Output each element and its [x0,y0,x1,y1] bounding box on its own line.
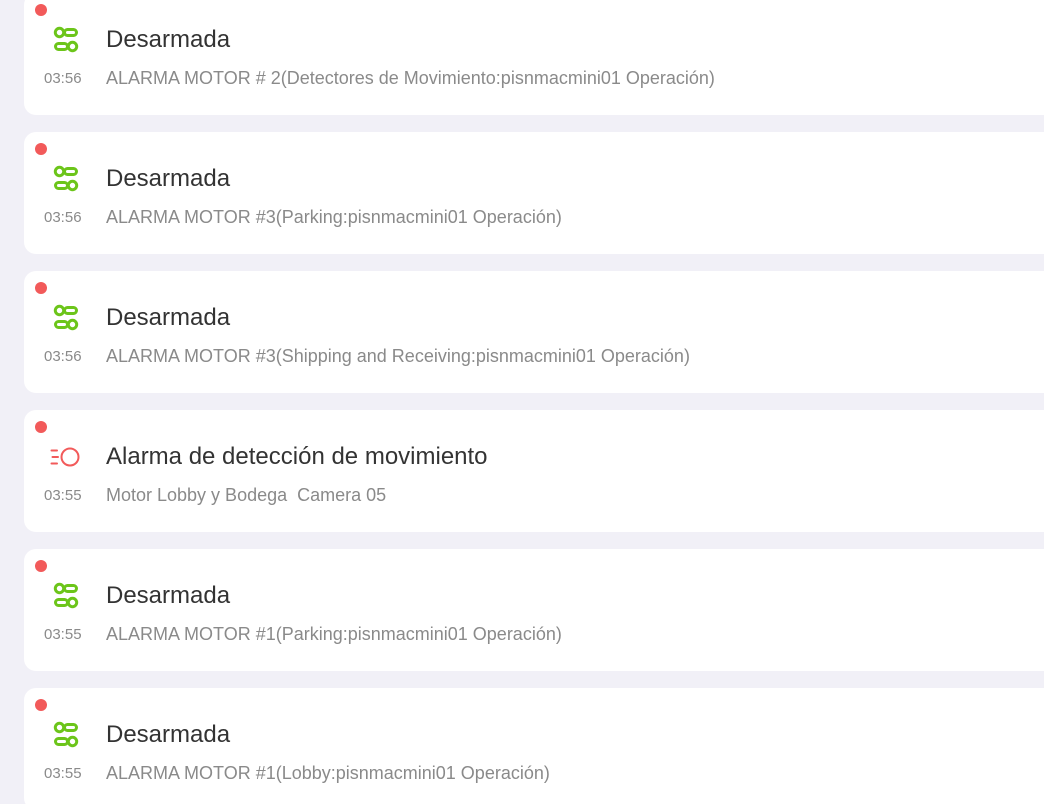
event-card[interactable]: Alarma de detección de movimiento 03:55 … [24,410,1044,532]
unread-dot [35,560,47,572]
event-description: ALARMA MOTOR #1(Lobby:pisnmacmini01 Oper… [106,763,550,783]
event-card[interactable]: Desarmada 03:56 ALARMA MOTOR #3(Shipping… [24,271,1044,393]
motion-detection-icon [50,441,82,473]
event-description: ALARMA MOTOR #3(Parking:pisnmacmini01 Op… [106,207,562,227]
disarm-icon [50,719,82,751]
unread-dot [35,143,47,155]
event-description: ALARMA MOTOR #3(Shipping and Receiving:p… [106,346,690,366]
event-time: 03:55 [44,626,82,643]
event-title: Desarmada [106,26,231,53]
event-time: 03:56 [44,70,82,87]
unread-dot [35,699,47,711]
event-title: Desarmada [106,304,231,331]
event-title: Desarmada [106,165,231,192]
event-card[interactable]: Desarmada 03:56 ALARMA MOTOR # 2(Detecto… [24,0,1044,115]
event-card[interactable]: Desarmada 03:55 ALARMA MOTOR #1(Parking:… [24,549,1044,671]
event-title: Desarmada [106,721,231,748]
disarm-icon [50,580,82,612]
unread-dot [35,4,47,16]
disarm-icon [50,24,82,56]
event-title: Alarma de detección de movimiento [106,443,488,470]
event-list: Desarmada 03:56 ALARMA MOTOR # 2(Detecto… [0,0,1044,804]
event-time: 03:55 [44,765,82,782]
event-card[interactable]: Desarmada 03:55 ALARMA MOTOR #1(Lobby:pi… [24,688,1044,804]
event-time: 03:56 [44,209,82,226]
event-description: ALARMA MOTOR #1(Parking:pisnmacmini01 Op… [106,624,562,644]
event-description: Motor Lobby y Bodega Camera 05 [106,485,387,505]
disarm-icon [50,163,82,195]
unread-dot [35,421,47,433]
event-title: Desarmada [106,582,231,609]
disarm-icon [50,302,82,334]
event-card[interactable]: Desarmada 03:56 ALARMA MOTOR #3(Parking:… [24,132,1044,254]
unread-dot [35,282,47,294]
event-time: 03:56 [44,348,82,365]
event-description: ALARMA MOTOR # 2(Detectores de Movimient… [106,68,715,88]
event-time: 03:55 [44,487,82,504]
